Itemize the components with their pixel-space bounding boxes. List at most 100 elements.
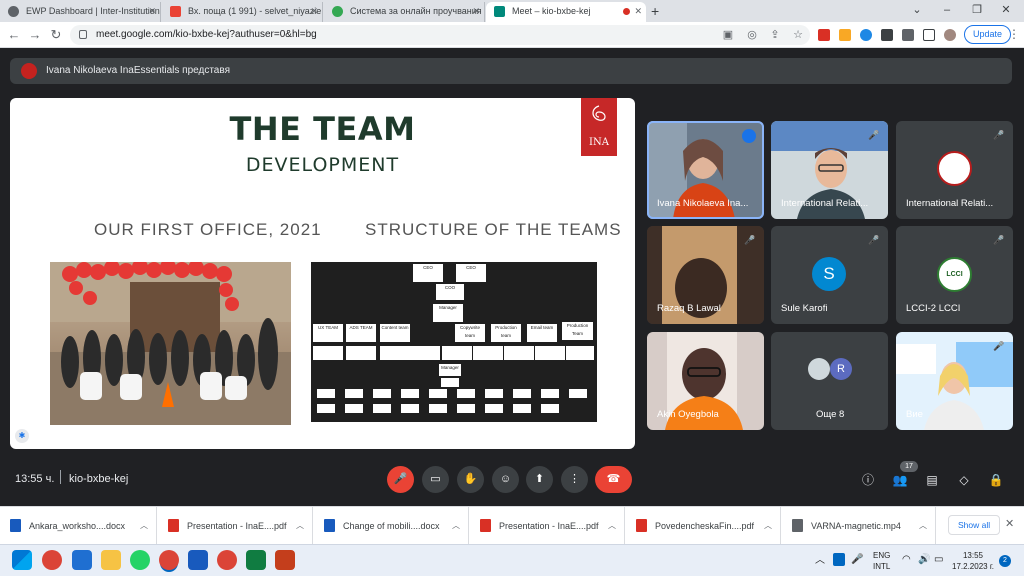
show-hidden-icons[interactable]: ︿ <box>815 555 825 566</box>
presenter-banner: Ivana Nikolaeva InaEssentials представя <box>10 58 1012 84</box>
wifi-icon[interactable]: ◠ <box>902 554 911 565</box>
start-icon[interactable] <box>12 550 32 570</box>
download-item[interactable]: VARNA-magnetic.mp4 ︿ <box>782 507 936 545</box>
minimize-button[interactable]: – <box>940 2 954 18</box>
chevron-up-icon[interactable]: ︿ <box>140 507 148 545</box>
org-box <box>485 389 503 398</box>
input-language[interactable]: ENG INTL <box>873 550 890 572</box>
people-icon[interactable]: 👥 <box>891 471 909 489</box>
participant-group-tile[interactable]: R Още 8 <box>771 332 888 430</box>
leave-call-button[interactable]: ☎ <box>595 466 632 493</box>
chat-icon[interactable]: ▤ <box>923 471 941 489</box>
share-icon[interactable]: ⇪ <box>767 27 783 43</box>
chevron-up-icon[interactable]: ︿ <box>608 507 616 545</box>
chevron-up-icon[interactable]: ︿ <box>452 507 460 545</box>
chevron-up-icon[interactable]: ︿ <box>764 507 772 545</box>
mic-off-button[interactable]: 🎤 <box>387 466 414 493</box>
address-bar[interactable]: meet.google.com/kio-bxbe-kej?authuser=0&… <box>70 25 810 45</box>
tab-ewp-dashboard[interactable]: EWP Dashboard | Inter-Institution ✕ <box>0 2 161 22</box>
notification-badge[interactable]: 2 <box>999 555 1011 567</box>
more-menu-icon[interactable]: ⋮ <box>1008 27 1020 41</box>
download-item[interactable]: Presentation - InaE....pdf ︿ <box>470 507 625 545</box>
chrome-icon[interactable] <box>217 550 237 570</box>
reload-icon[interactable]: ↻ <box>47 26 65 44</box>
camera-button[interactable]: ▭ <box>422 466 449 493</box>
word-icon[interactable] <box>188 550 208 570</box>
chevron-up-icon[interactable]: ︿ <box>919 507 927 545</box>
close-tab-icon[interactable]: ✕ <box>148 2 156 21</box>
participant-tile[interactable]: Akin Oyegbola <box>647 332 764 430</box>
host-controls-icon[interactable]: 🔒 <box>987 471 1005 489</box>
whatsapp-icon[interactable] <box>130 550 150 570</box>
close-tab-icon[interactable]: ✕ <box>634 2 642 21</box>
download-filename: Change of mobili....docx <box>343 521 440 531</box>
clock[interactable]: 13:55 17.2.2023 г. <box>950 550 996 572</box>
chrome-icon[interactable] <box>42 550 62 570</box>
back-arrow-icon[interactable]: ← <box>5 26 23 44</box>
close-tab-icon[interactable]: ✕ <box>310 2 318 21</box>
extension-icon[interactable] <box>818 29 830 41</box>
tab-meet[interactable]: Meet – kio-bxbe-kej ✕ <box>486 2 646 22</box>
present-screen-button[interactable]: ⬆ <box>526 466 553 493</box>
puzzle-icon[interactable] <box>902 29 914 41</box>
battery-icon[interactable]: ▭ <box>934 554 943 565</box>
outlook-icon[interactable] <box>72 550 92 570</box>
close-tab-icon[interactable]: ✕ <box>472 2 480 21</box>
activities-icon[interactable]: ◇ <box>955 471 973 489</box>
org-box <box>541 389 559 398</box>
slide-right-heading: STRUCTURE OF THE TEAMS <box>365 220 622 239</box>
onedrive-icon[interactable] <box>833 553 845 566</box>
participant-tile[interactable]: 🎤 International Relati... <box>771 121 888 219</box>
taskbar-time: 13:55 <box>962 551 984 560</box>
forward-arrow-icon[interactable]: → <box>26 26 44 44</box>
tab-search-icon[interactable]: ⌄ <box>910 2 924 18</box>
emoji-reactions-button[interactable]: ☺ <box>492 466 519 493</box>
camera-icon[interactable]: ▣ <box>720 27 736 43</box>
close-window-button[interactable]: ✕ <box>999 2 1013 18</box>
presentation-controls-icon[interactable]: ✱ <box>15 429 29 443</box>
participant-tile[interactable]: Ivana Nikolaeva Ina... <box>647 121 764 219</box>
tab-survey[interactable]: Система за онлайн проучвания ✕ <box>324 2 485 22</box>
new-tab-button[interactable]: + <box>651 2 665 20</box>
participant-tile[interactable]: 🎤 Razaq B Lawal <box>647 226 764 324</box>
meeting-details-icon[interactable]: ⓘ <box>859 471 877 489</box>
participant-tile[interactable]: 🎤 Вие <box>896 332 1013 430</box>
word-file-icon <box>10 519 21 532</box>
muted-mic-icon: 🎤 <box>993 130 1005 140</box>
org-box <box>473 346 503 360</box>
bookmark-star-icon[interactable]: ☆ <box>790 27 806 43</box>
extension-icon[interactable] <box>860 29 872 41</box>
team-photo-image <box>50 262 291 425</box>
participant-tile[interactable]: LCCI 🎤 LCCI-2 LCCI <box>896 226 1013 324</box>
update-button[interactable]: Update <box>964 25 1012 44</box>
org-box <box>401 404 419 413</box>
profile-avatar[interactable] <box>944 29 956 41</box>
org-box-team: UX TEAM <box>313 324 343 342</box>
powerpoint-icon[interactable] <box>275 550 295 570</box>
close-downloads-icon[interactable]: ✕ <box>1005 517 1014 530</box>
google-lens-icon[interactable]: ◎ <box>744 27 760 43</box>
chevron-up-icon[interactable]: ︿ <box>296 507 304 545</box>
download-item[interactable]: Ankara_worksho....docx ︿ <box>0 507 157 545</box>
shared-slide[interactable]: THE TEAM DEVELOPMENT INA OUR FIRST OFFIC… <box>10 98 635 449</box>
participant-tile[interactable]: S 🎤 Sule Karofi <box>771 226 888 324</box>
extension-icon[interactable] <box>839 29 851 41</box>
ina-logo: INA <box>581 98 617 156</box>
file-explorer-icon[interactable] <box>101 550 121 570</box>
participant-name: Akin Oyegbola <box>657 409 719 420</box>
raise-hand-button[interactable]: ✋ <box>457 466 484 493</box>
excel-icon[interactable] <box>246 550 266 570</box>
maximize-button[interactable]: ❐ <box>970 2 984 18</box>
tab-gmail[interactable]: Вх. поща (1 991) - selvet_niyazie ✕ <box>162 2 323 22</box>
chrome-icon[interactable] <box>159 550 179 570</box>
download-item[interactable]: Change of mobili....docx ︿ <box>314 507 469 545</box>
side-panel-icon[interactable] <box>923 29 935 41</box>
download-item[interactable]: PovedencheskaFin....pdf ︿ <box>626 507 781 545</box>
more-options-button[interactable]: ⋮ <box>561 466 588 493</box>
volume-icon[interactable]: 🔊 <box>918 554 930 565</box>
microphone-icon[interactable]: 🎤 <box>851 554 863 565</box>
participant-tile[interactable]: 🎤 International Relati... <box>896 121 1013 219</box>
download-item[interactable]: Presentation - InaE....pdf ︿ <box>158 507 313 545</box>
extension-icon[interactable] <box>881 29 893 41</box>
show-all-button[interactable]: Show all <box>948 515 1001 535</box>
